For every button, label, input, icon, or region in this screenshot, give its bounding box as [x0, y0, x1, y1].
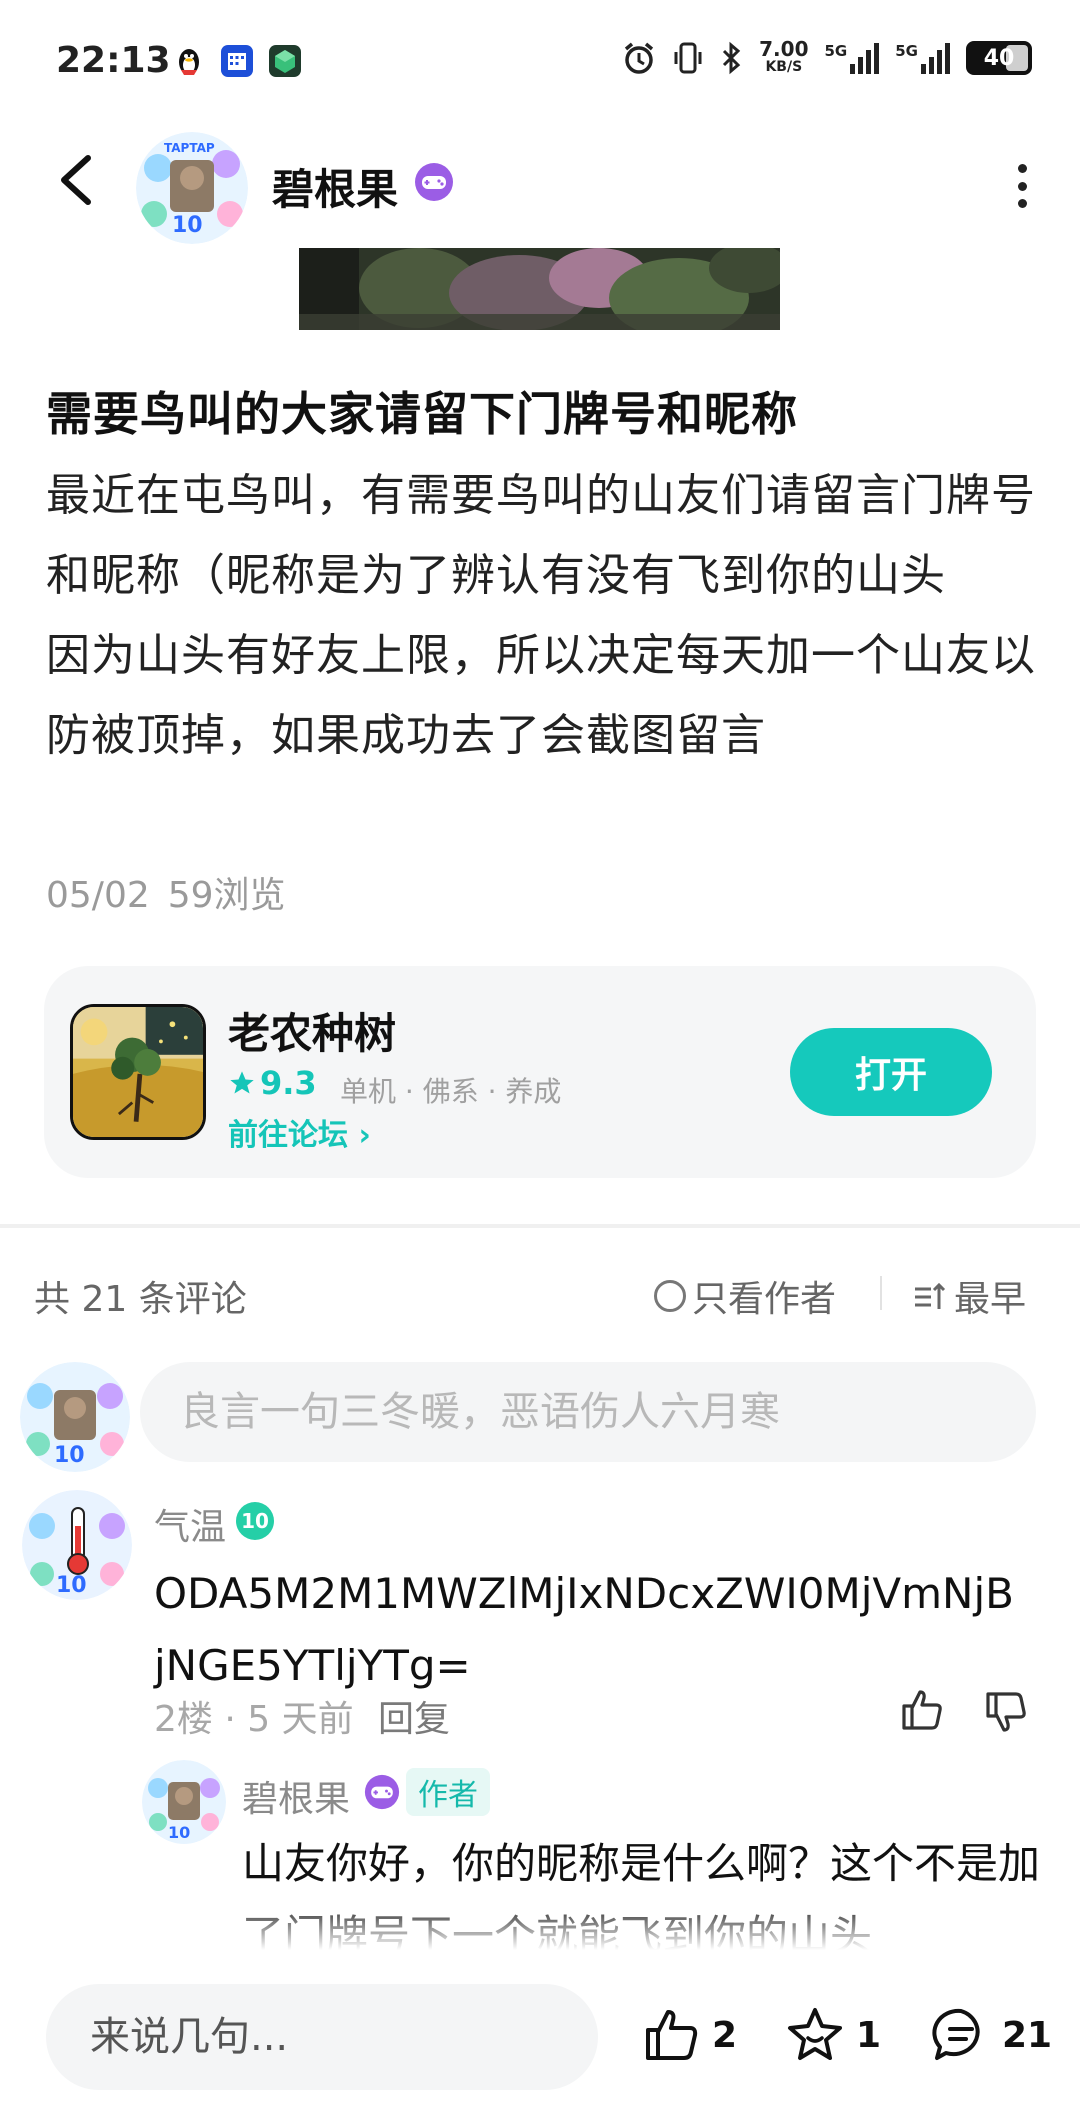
post-image[interactable]	[299, 248, 780, 330]
signal-2: 5G	[895, 42, 950, 74]
author-tag: 作者	[406, 1768, 490, 1816]
reply-author-name[interactable]: 碧根果	[242, 1770, 350, 1822]
network-speed-value: 7.00	[759, 37, 809, 61]
alarm-icon	[625, 42, 654, 74]
svg-text:10: 10	[168, 1823, 190, 1842]
reply-button[interactable]: 回复	[378, 1690, 450, 1742]
game-name[interactable]: 老农种树	[228, 1000, 396, 1061]
battery-level: 40	[983, 45, 1015, 71]
like-count: 2	[712, 2014, 738, 2056]
commenter-name[interactable]: 气温	[154, 1498, 226, 1550]
network-speed: 7.00 KB/S	[759, 37, 809, 76]
comments-count: 共 21 条评论	[34, 1279, 247, 1320]
commenter-avatar[interactable]: 10	[22, 1490, 132, 1600]
svg-text:10: 10	[56, 1573, 87, 1598]
star-smile-icon[interactable]	[784, 2004, 846, 2066]
like-action[interactable]: 2	[640, 2004, 737, 2066]
status-bar: 22:13 7.00 KB/S 5G 5G 40	[0, 0, 1080, 120]
sort-button[interactable]: 最早	[912, 1270, 1026, 1322]
back-arrow-icon[interactable]	[52, 150, 102, 210]
gamepad-badge-icon	[364, 1774, 400, 1810]
comment-text: ODA5M2M1MWZlMjIxNDcxZWI0MjVmNjBjNGE5YTlj…	[154, 1569, 1014, 1690]
comment-bubble-icon[interactable]	[930, 2004, 992, 2066]
bottom-bar: 2 1 21	[0, 1950, 1080, 2120]
signal-2-label: 5G	[895, 42, 918, 60]
radio-circle-icon[interactable]	[654, 1280, 686, 1312]
thumbs-down-icon[interactable]	[982, 1688, 1030, 1736]
post-views: 59浏览	[167, 875, 286, 916]
vibrate-icon	[674, 42, 702, 74]
post-header: 10 TAPTAP 碧根果	[0, 120, 1080, 250]
author-avatar[interactable]: 10 TAPTAP	[136, 132, 248, 244]
filter-separator	[880, 1276, 882, 1310]
more-options-icon[interactable]	[1012, 164, 1032, 208]
bottom-comment-input[interactable]	[46, 1984, 598, 2090]
status-right: 7.00 KB/S 5G 5G 40	[621, 37, 1032, 76]
network-speed-unit: KB/S	[765, 59, 803, 75]
game-icon[interactable]	[70, 1004, 206, 1140]
svg-text:10: 10	[54, 1443, 85, 1468]
post-body-line: 因为山头有好友上限，所以决定每天加一个山友以防被顶掉，如果成功去了会截图留言	[46, 630, 1036, 761]
svg-text:TAPTAP: TAPTAP	[164, 141, 215, 155]
post-title: 需要鸟叫的大家请留下门牌号和昵称	[46, 387, 798, 441]
sort-label[interactable]: 最早	[954, 1270, 1026, 1322]
status-time: 22:13	[56, 40, 171, 81]
signal-1-label: 5G	[824, 42, 848, 60]
game-rating-value: 9.3	[260, 1064, 317, 1102]
post-meta: 05/02 59浏览	[46, 866, 286, 918]
favorite-action[interactable]: 1	[784, 2004, 881, 2066]
signal-1: 5G	[825, 42, 880, 74]
level-badge: 10	[236, 1502, 274, 1540]
svg-text:10: 10	[172, 213, 203, 238]
status-app-icons	[172, 44, 302, 78]
open-game-button[interactable]: 打开	[790, 1028, 992, 1116]
comment-floor-time: 2楼 · 5 天前	[154, 1699, 354, 1740]
signal-bars-icon	[921, 43, 950, 74]
section-divider	[0, 1224, 1080, 1228]
bluetooth-icon	[723, 41, 741, 75]
game-card[interactable]: 老农种树 9.3 单机 · 佛系 · 养成 前往论坛 › 打开	[44, 966, 1036, 1178]
post-date: 05/02	[46, 875, 150, 916]
signal-bars-icon	[850, 43, 880, 74]
comment-action[interactable]: 21	[930, 2004, 1052, 2066]
game-tags: 单机 · 佛系 · 养成	[340, 1075, 562, 1108]
thumbs-up-icon[interactable]	[898, 1686, 946, 1734]
favorite-count: 1	[856, 2014, 882, 2056]
comment-input[interactable]	[140, 1362, 1036, 1462]
star-icon	[230, 1071, 254, 1094]
comment-count: 21	[1002, 2014, 1053, 2056]
scroll-fade	[0, 1900, 1080, 1950]
sort-icon	[915, 1282, 946, 1309]
post-body: 最近在屯鸟叫，有需要鸟叫的山友们请留言门牌号和昵称（昵称是为了辨认有没有飞到你的…	[46, 456, 1036, 776]
qq-penguin-icon	[179, 49, 199, 75]
author-only-label[interactable]: 只看作者	[692, 1270, 836, 1322]
game-forum-link[interactable]: 前往论坛 ›	[228, 1110, 371, 1154]
post-body-line: 最近在屯鸟叫，有需要鸟叫的山友们请留言门牌号和昵称（昵称是为了辨认有没有飞到你的…	[46, 470, 1036, 601]
cube-app-icon	[269, 45, 301, 77]
calendar-app-icon	[221, 45, 253, 77]
battery-icon: 40	[966, 41, 1032, 75]
game-rating: 9.3	[228, 1064, 317, 1102]
author-only-toggle[interactable]: 只看作者	[654, 1270, 836, 1322]
my-avatar: 10	[20, 1362, 130, 1472]
author-name[interactable]: 碧根果	[272, 156, 398, 217]
gamepad-badge-icon	[415, 163, 453, 201]
thumbs-up-icon[interactable]	[640, 2004, 702, 2066]
reply-author-avatar[interactable]: 10	[142, 1760, 226, 1844]
